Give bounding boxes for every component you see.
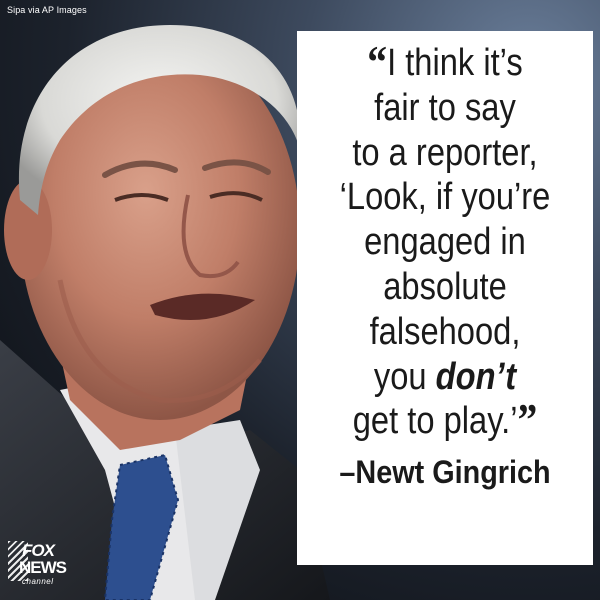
attribution: –Newt Gingrich [339,454,551,491]
quote-line-7: falsehood, [369,310,521,353]
quote-line-2: fair to say [374,86,516,129]
logo-word-3: channel [22,577,54,586]
quote-line-4: ‘Look, if you’re [339,176,551,219]
fox-news-logo: FOX NEWS channel [8,541,70,593]
quote-card: Sipa via AP Images “I think it’s fair to… [0,0,600,600]
logo-word-2: NEWS [19,558,67,577]
close-quote-mark: ” [517,394,538,446]
emphasis-word: don’t [435,355,517,398]
quote-line-1: “I think it’s [367,36,523,87]
quote-box: “I think it’s fair to say to a reporter,… [297,31,593,565]
open-quote-mark: “ [367,36,388,87]
quote-line-3: to a reporter, [352,131,538,174]
quote-line-6: absolute [383,265,507,308]
quote-line-9: get to play.’” [352,394,538,446]
photo-credit: Sipa via AP Images [7,5,87,15]
quote-line-8: you don’t [373,355,517,398]
quote-line-5: engaged in [364,221,526,264]
